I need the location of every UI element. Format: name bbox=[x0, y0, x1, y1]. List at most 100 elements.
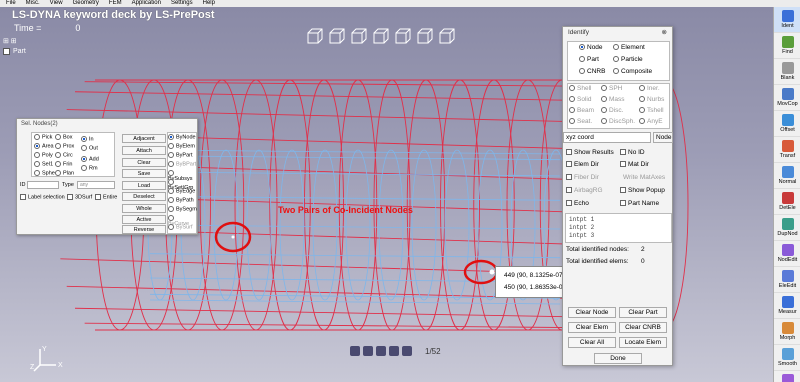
view-cube-icon-6[interactable] bbox=[417, 28, 433, 44]
mode-circ[interactable]: Circ bbox=[55, 152, 73, 158]
label-selection-checkbox[interactable]: Label selection bbox=[20, 194, 65, 200]
done-button[interactable]: Done bbox=[594, 353, 642, 364]
type-cnrb-radio[interactable]: CNRB bbox=[579, 68, 605, 75]
show-popup-checkbox[interactable]: Show Popup bbox=[620, 187, 665, 194]
elem-shell-radio[interactable]: Shell bbox=[569, 85, 591, 92]
type-part-radio[interactable]: Part bbox=[579, 56, 599, 63]
elem-mass-radio[interactable]: Mass bbox=[601, 96, 625, 103]
fast-forward-icon[interactable] bbox=[402, 346, 412, 356]
list-item[interactable]: intpt 1 bbox=[569, 216, 668, 224]
3dsurf-checkbox[interactable]: 3DSurf bbox=[67, 194, 92, 200]
toolbar-dupnod-button[interactable]: DupNod bbox=[774, 215, 800, 241]
clear-part-button[interactable]: Clear Part bbox=[619, 307, 667, 318]
echo-checkbox[interactable]: Echo bbox=[566, 200, 589, 207]
toolbar-measur-button[interactable]: Measur bbox=[774, 293, 800, 319]
toolbar-normal-button[interactable]: Normal bbox=[774, 163, 800, 189]
elem-anye-radio[interactable]: AnyE bbox=[639, 118, 663, 125]
toolbar-ident-button[interactable]: Ident bbox=[774, 7, 800, 33]
elem-dir-checkbox[interactable]: Elem Dir bbox=[566, 161, 599, 168]
type-particle-radio[interactable]: Particle bbox=[613, 56, 643, 63]
toolbar-smooth-button[interactable]: Smooth bbox=[774, 345, 800, 371]
menu-file[interactable]: File bbox=[6, 0, 16, 7]
entire-checkbox[interactable]: Entire bbox=[95, 194, 117, 200]
active-button[interactable]: Active bbox=[122, 215, 166, 224]
airbagrg-checkbox[interactable]: AirbagRG bbox=[566, 187, 603, 194]
reverse-button[interactable]: Reverse bbox=[122, 225, 166, 234]
view-cube-icon-2[interactable] bbox=[329, 28, 345, 44]
mode-pick[interactable]: Pick bbox=[34, 134, 52, 140]
elem-iner-radio[interactable]: Iner. bbox=[639, 85, 660, 92]
option-add[interactable]: Add bbox=[81, 156, 99, 162]
menu-geometry[interactable]: Geometry bbox=[73, 0, 99, 7]
option-rm[interactable]: Rm bbox=[81, 165, 98, 171]
list-item[interactable]: intpt 2 bbox=[569, 224, 668, 232]
coord-input[interactable]: xyz coord bbox=[563, 132, 651, 143]
attach-button[interactable]: Attach bbox=[122, 146, 166, 155]
view-cube-icon-4[interactable] bbox=[373, 28, 389, 44]
type-node-radio[interactable]: Node bbox=[579, 44, 603, 51]
part-tree-item[interactable]: Part bbox=[3, 47, 26, 57]
view-cube-icon-5[interactable] bbox=[395, 28, 411, 44]
menu-misc[interactable]: Misc. bbox=[26, 0, 40, 7]
type-select[interactable]: any bbox=[77, 181, 115, 189]
elem-nurbs-radio[interactable]: Nurbs bbox=[639, 96, 664, 103]
view-cube-icon-7[interactable] bbox=[439, 28, 455, 44]
play-icon[interactable] bbox=[389, 346, 399, 356]
save-button[interactable]: Save bbox=[122, 169, 166, 178]
toolbar-pttrim-button[interactable]: PtTrim bbox=[774, 371, 800, 382]
mode-area[interactable]: Area bbox=[34, 143, 54, 149]
type-element-radio[interactable]: Element bbox=[613, 44, 645, 51]
menu-fem[interactable]: FEM bbox=[109, 0, 122, 7]
fiber-dir-checkbox[interactable]: Fiber Dir bbox=[566, 174, 599, 181]
clear-cnrb-button[interactable]: Clear CNRB bbox=[619, 322, 667, 333]
toolbar-nodedit-button[interactable]: NodEdit bbox=[774, 241, 800, 267]
locate-elem-button[interactable]: Locate Elem bbox=[619, 337, 667, 348]
close-icon[interactable]: ⊗ bbox=[662, 27, 667, 39]
menu-view[interactable]: View bbox=[50, 0, 63, 7]
mat-dir-checkbox[interactable]: Mat Dir bbox=[620, 161, 649, 168]
mode-prox[interactable]: Prox bbox=[55, 143, 74, 149]
elem-solid-radio[interactable]: Solid bbox=[569, 96, 591, 103]
by-bpart-option[interactable]: ByBPart bbox=[168, 161, 196, 167]
write-mataxes-button[interactable]: Write MatAxes bbox=[623, 174, 665, 181]
step-back-icon[interactable] bbox=[363, 346, 373, 356]
by-surf-option[interactable]: BySurf bbox=[168, 224, 193, 230]
view-cube-icon-3[interactable] bbox=[351, 28, 367, 44]
part-tree-expand[interactable]: ⊞ ⊞ bbox=[3, 37, 26, 47]
coord-node-button[interactable]: Node bbox=[653, 132, 673, 143]
toolbar-transf-button[interactable]: Transf bbox=[774, 137, 800, 163]
option-in[interactable]: In bbox=[81, 136, 94, 142]
mode-plan[interactable]: Plan bbox=[55, 170, 74, 176]
by-edge-option[interactable]: ByEdge bbox=[168, 188, 195, 194]
toolbar-offset-button[interactable]: Offset bbox=[774, 111, 800, 137]
option-out[interactable]: Out bbox=[81, 145, 98, 151]
elem-tshell-radio[interactable]: Tshell bbox=[639, 107, 664, 114]
show-results-checkbox[interactable]: Show Results bbox=[566, 149, 614, 156]
by-part-option[interactable]: ByPart bbox=[168, 152, 193, 158]
type-composite-radio[interactable]: Composite bbox=[613, 68, 652, 75]
deselect-button[interactable]: Deselect bbox=[122, 192, 166, 201]
toolbar-detele-button[interactable]: DetEle bbox=[774, 189, 800, 215]
mode-frin[interactable]: Frin bbox=[55, 161, 72, 167]
no-id-checkbox[interactable]: No ID bbox=[620, 149, 645, 156]
rewind-icon[interactable] bbox=[350, 346, 360, 356]
elem-seat-radio[interactable]: Seat. bbox=[569, 118, 592, 125]
list-item[interactable]: intpt 3 bbox=[569, 232, 668, 240]
clear-elem-button[interactable]: Clear Elem bbox=[568, 322, 616, 333]
menu-application[interactable]: Application bbox=[132, 0, 161, 7]
clear-node-button[interactable]: Clear Node bbox=[568, 307, 616, 318]
part-name-checkbox[interactable]: Part Name bbox=[620, 200, 659, 207]
mode-sphe[interactable]: Sphe bbox=[34, 170, 55, 176]
elem-discsph-radio[interactable]: DiscSph. bbox=[601, 118, 635, 125]
by-node-option[interactable]: ByNode bbox=[168, 134, 196, 140]
elem-beam-radio[interactable]: Beam bbox=[569, 107, 594, 114]
by-segm-option[interactable]: BySegm bbox=[168, 206, 197, 212]
load-button[interactable]: Load bbox=[122, 181, 166, 190]
view-cube-icon-1[interactable] bbox=[307, 28, 323, 44]
toolbar-eleedit-button[interactable]: EleEdit bbox=[774, 267, 800, 293]
by-path-option[interactable]: ByPath bbox=[168, 197, 194, 203]
by-elem-option[interactable]: ByElem bbox=[168, 143, 195, 149]
toolbar-find-button[interactable]: Find bbox=[774, 33, 800, 59]
clear-all-button[interactable]: Clear All bbox=[568, 337, 616, 348]
part-visible-checkbox[interactable] bbox=[3, 47, 10, 55]
